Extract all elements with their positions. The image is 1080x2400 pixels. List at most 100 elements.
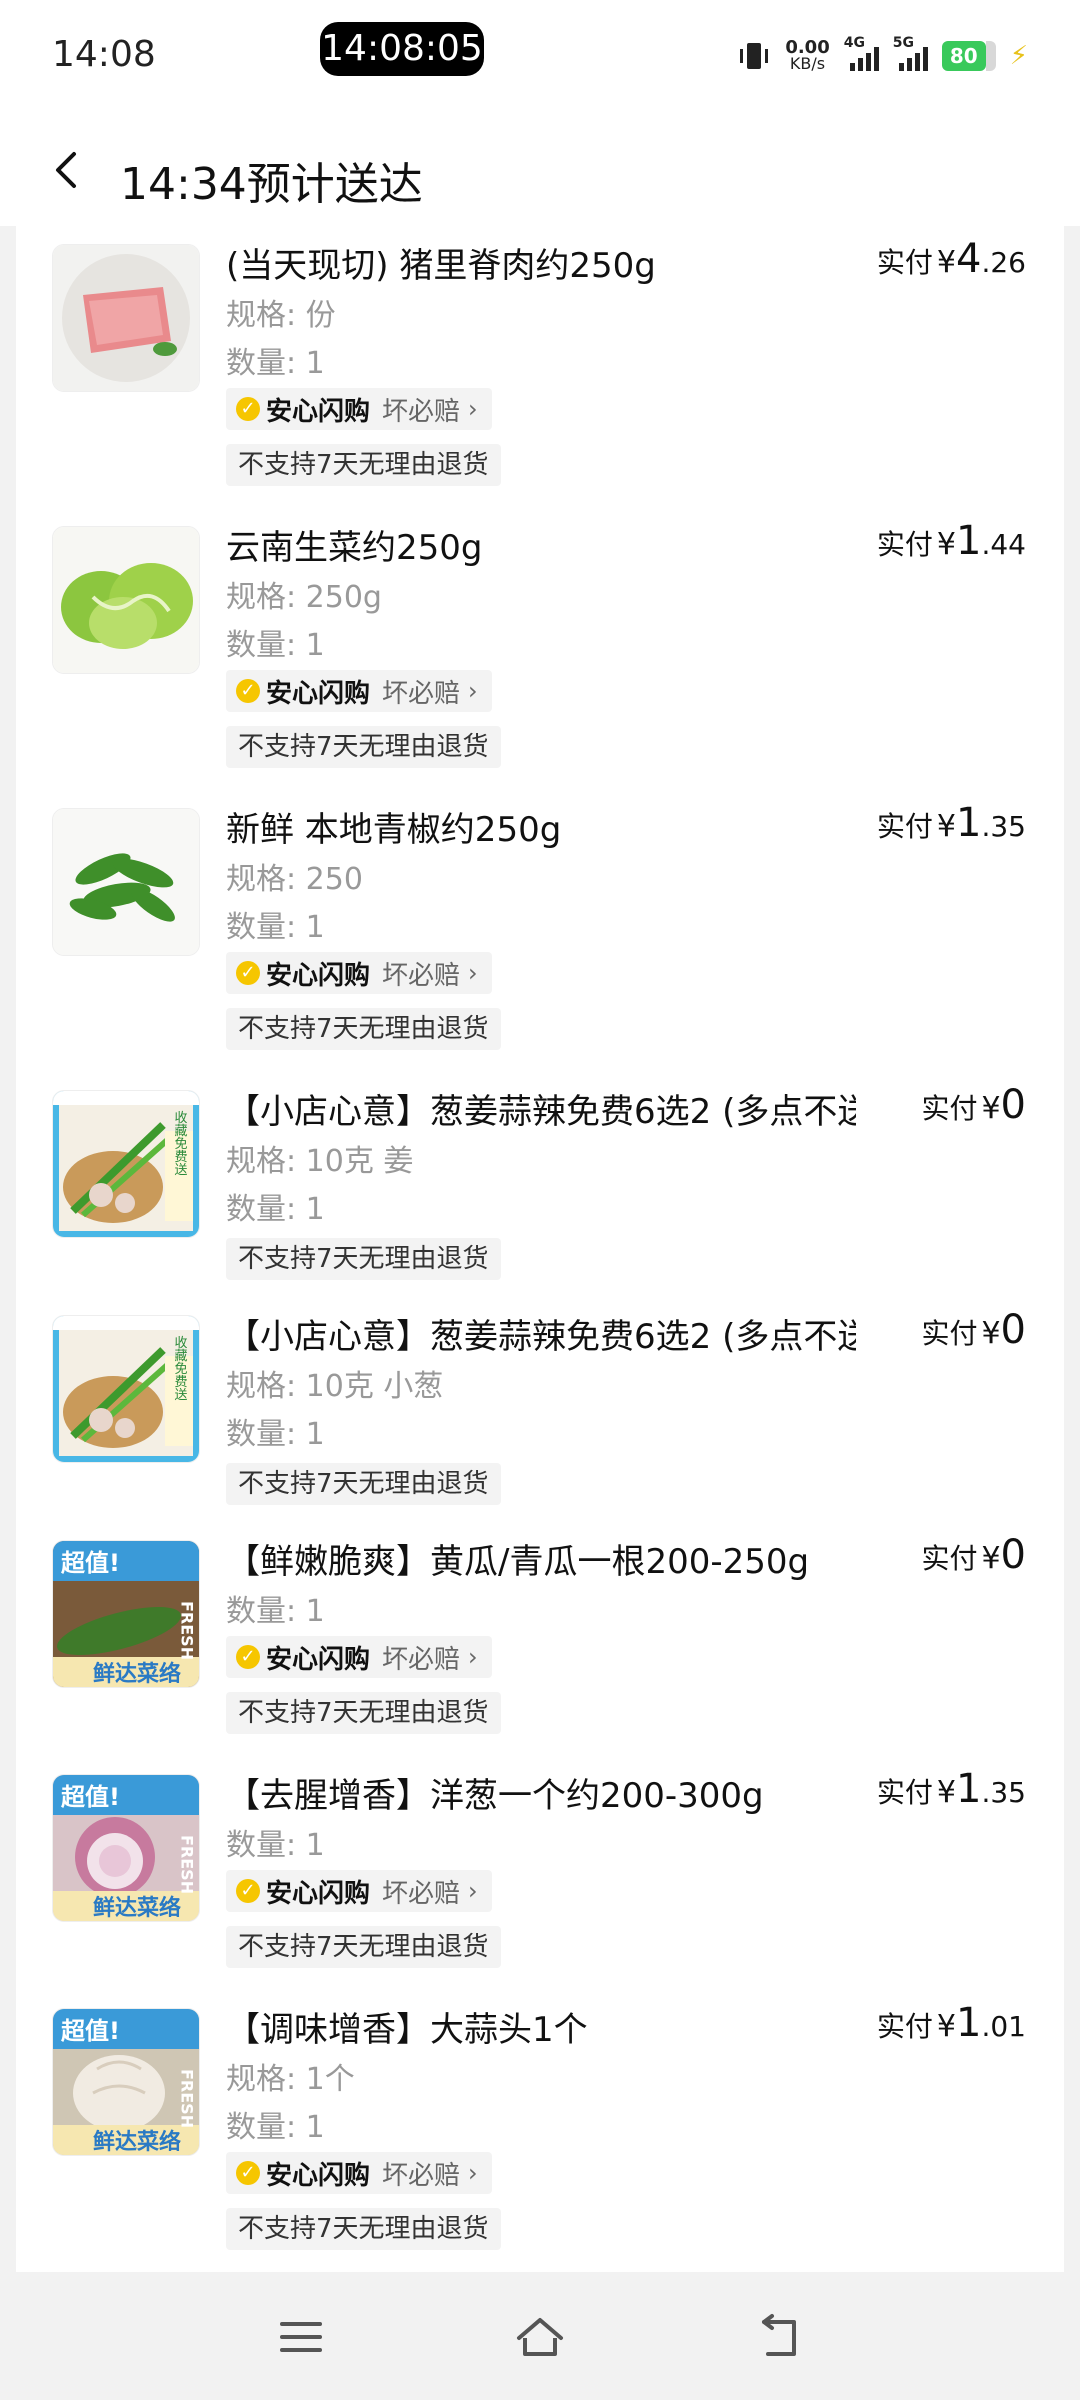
- return-policy-notice: 不支持7天无理由退货: [226, 1008, 501, 1050]
- price-currency: ¥: [936, 809, 957, 844]
- chevron-right-icon: ›: [468, 1643, 478, 1671]
- price-currency: ¥: [936, 527, 957, 562]
- thumb-brand-text: 鲜达菜络: [93, 1661, 181, 1687]
- check-icon: ✓: [236, 397, 260, 421]
- price-label: 实付: [876, 810, 933, 843]
- badge-sub-label: 坏必赔: [382, 1878, 461, 1909]
- chevron-right-icon: ›: [468, 1877, 478, 1905]
- network-speed: 0.00 KB/s: [785, 39, 829, 73]
- product-quantity: 数量: 1: [226, 628, 325, 663]
- thumb-brand-text: 鲜达菜络: [93, 2129, 181, 2155]
- price-currency: ¥: [981, 1091, 1001, 1126]
- price-currency: ¥: [936, 1775, 957, 1810]
- product-title: (当天现切) 猪里脊肉约250g: [226, 246, 656, 286]
- guarantee-badge[interactable]: ✓ 安心闪购 坏必赔 ›: [226, 952, 492, 994]
- product-spec: 规格: 份: [226, 298, 336, 333]
- back-icon[interactable]: [756, 2312, 806, 2362]
- price-label: 实付: [921, 1317, 978, 1350]
- guarantee-badge[interactable]: ✓ 安心闪购 坏必赔 ›: [226, 1870, 492, 1912]
- thumb-promo-text: 超值!: [61, 1549, 120, 1577]
- signal-sim2-icon: 5G: [893, 35, 928, 71]
- sim1-label: 4G: [843, 35, 865, 51]
- product-thumbnail: [52, 808, 200, 956]
- check-icon: ✓: [236, 679, 260, 703]
- product-title: 【去腥增香】洋葱一个约200-300g: [226, 1776, 764, 1816]
- product-quantity: 数量: 1: [226, 2110, 325, 2145]
- chevron-right-icon: ›: [468, 395, 478, 423]
- return-policy-notice: 不支持7天无理由退货: [226, 1463, 501, 1505]
- price-integer: 1: [956, 800, 982, 846]
- guarantee-badge[interactable]: ✓ 安心闪购 坏必赔 ›: [226, 1636, 492, 1678]
- thumb-brand-text: 鲜达菜络: [93, 1895, 181, 1921]
- product-quantity: 数量: 1: [226, 910, 325, 945]
- battery-icon: 80: [941, 41, 986, 71]
- return-policy-notice: 不支持7天无理由退货: [226, 444, 501, 486]
- chevron-left-icon[interactable]: [48, 150, 88, 190]
- product-spec: 规格: 250: [226, 862, 363, 897]
- check-icon: ✓: [236, 2161, 260, 2185]
- badge-main-label: 安心闪购: [266, 396, 371, 427]
- price-decimal: .44: [981, 528, 1026, 561]
- product-price: 实付 ¥0: [921, 1307, 1026, 1353]
- price-integer: 0: [1000, 1082, 1026, 1128]
- price-label: 实付: [876, 1776, 933, 1809]
- menu-icon[interactable]: [276, 2312, 326, 2362]
- thumb-promo-text: 超值!: [61, 2017, 120, 2045]
- page-header: 14:34预计送达: [0, 110, 1080, 226]
- product-thumbnail: 超值! 鲜达菜络 FRESH: [52, 2008, 200, 2156]
- badge-sub-label: 坏必赔: [382, 678, 461, 709]
- badge-main-label: 安心闪购: [266, 2160, 371, 2191]
- order-items-list: (当天现切) 猪里脊肉约250g 实付 ¥4.26 规格: 份 数量: 1 ✓ 安…: [16, 226, 1064, 2272]
- network-speed-unit: KB/s: [789, 54, 826, 73]
- price-decimal: .35: [981, 1776, 1026, 1809]
- home-icon[interactable]: [515, 2312, 565, 2362]
- chevron-right-icon: ›: [468, 2159, 478, 2187]
- product-price: 实付 ¥0: [921, 1532, 1026, 1578]
- price-integer: 1: [956, 2000, 982, 2046]
- price-integer: 1: [956, 518, 982, 564]
- price-decimal: .01: [981, 2010, 1026, 2043]
- chevron-right-icon: ›: [468, 959, 478, 987]
- clock-pill: 14:08:05: [320, 22, 484, 76]
- product-thumbnail: 收藏免费送: [52, 1090, 200, 1238]
- badge-main-label: 安心闪购: [266, 678, 371, 709]
- price-currency: ¥: [981, 1316, 1001, 1351]
- price-decimal: .26: [981, 246, 1026, 279]
- product-quantity: 数量: 1: [226, 1417, 325, 1452]
- product-spec: 规格: 10克 小葱: [226, 1369, 444, 1404]
- thumb-side-text: 收藏免费送: [172, 1111, 188, 1177]
- badge-sub-label: 坏必赔: [382, 960, 461, 991]
- price-label: 实付: [876, 528, 933, 561]
- status-bar: 14:08 14:08:05 0.00 KB/s 4G 5G 80 ⚡: [0, 0, 1080, 110]
- product-spec: 规格: 1个: [226, 2062, 355, 2097]
- guarantee-badge[interactable]: ✓ 安心闪购 坏必赔 ›: [226, 2152, 492, 2194]
- product-quantity: 数量: 1: [226, 1828, 325, 1863]
- price-currency: ¥: [981, 1541, 1001, 1576]
- product-title: 【小店心意】葱姜蒜辣免费6选2 (多点不送: [226, 1317, 856, 1357]
- price-integer: 0: [1000, 1532, 1026, 1578]
- product-thumbnail: 超值! 鲜达菜络 FRESH: [52, 1774, 200, 1922]
- product-thumbnail: 超值! 鲜达菜络 FRESH: [52, 1540, 200, 1688]
- thumb-side-text: FRESH: [178, 1601, 197, 1660]
- price-integer: 0: [1000, 1307, 1026, 1353]
- product-quantity: 数量: 1: [226, 346, 325, 381]
- badge-sub-label: 坏必赔: [382, 2160, 461, 2191]
- thumb-side-text: FRESH: [178, 2069, 197, 2128]
- product-quantity: 数量: 1: [226, 1594, 325, 1629]
- chevron-right-icon: ›: [468, 677, 478, 705]
- badge-sub-label: 坏必赔: [382, 396, 461, 427]
- thumb-side-text: FRESH: [178, 1835, 197, 1894]
- product-spec: 规格: 250g: [226, 580, 382, 615]
- price-label: 实付: [876, 2010, 933, 2043]
- product-thumbnail: [52, 244, 200, 392]
- check-icon: ✓: [236, 961, 260, 985]
- battery-empty-part: [985, 41, 996, 71]
- product-thumbnail: [52, 526, 200, 674]
- guarantee-badge[interactable]: ✓ 安心闪购 坏必赔 ›: [226, 388, 492, 430]
- signal-sim1-icon: 4G: [844, 35, 879, 71]
- product-price: 实付 ¥1.44: [877, 518, 1026, 564]
- page-title: 14:34预计送达: [120, 159, 423, 210]
- guarantee-badge[interactable]: ✓ 安心闪购 坏必赔 ›: [226, 670, 492, 712]
- badge-main-label: 安心闪购: [266, 960, 371, 991]
- return-policy-notice: 不支持7天无理由退货: [226, 1926, 501, 1968]
